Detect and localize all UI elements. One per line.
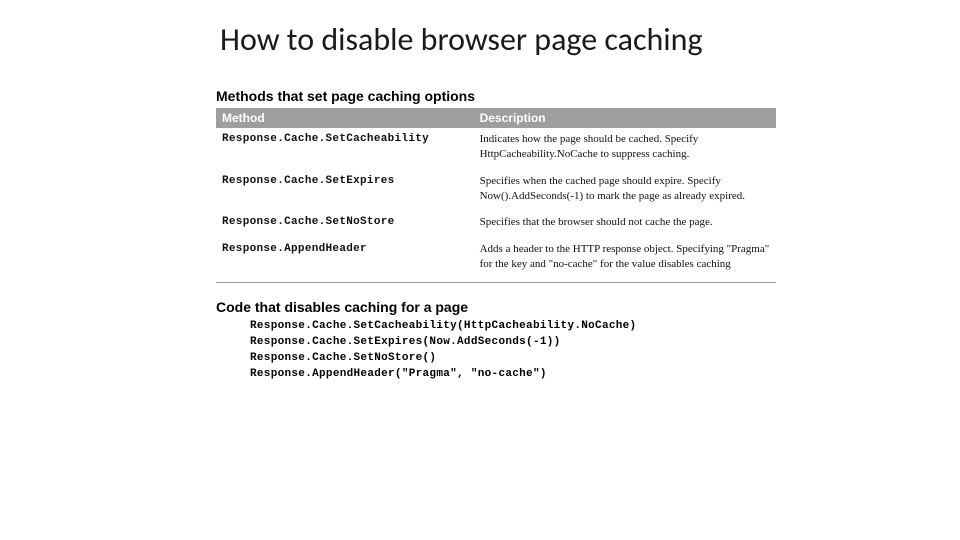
description-cell: Specifies when the cached page should ex… bbox=[474, 170, 776, 212]
table-row: Response.AppendHeader Adds a header to t… bbox=[216, 238, 776, 282]
description-cell: Specifies that the browser should not ca… bbox=[474, 211, 776, 238]
method-cell: Response.Cache.SetNoStore bbox=[216, 211, 474, 238]
col-header-method: Method bbox=[216, 108, 474, 128]
method-cell: Response.AppendHeader bbox=[216, 238, 474, 282]
table-row: Response.Cache.SetExpires Specifies when… bbox=[216, 170, 776, 212]
method-cell: Response.Cache.SetExpires bbox=[216, 170, 474, 212]
code-block: Response.Cache.SetCacheability(HttpCache… bbox=[250, 319, 776, 383]
description-cell: Indicates how the page should be cached.… bbox=[474, 128, 776, 170]
code-section: Code that disables caching for a page Re… bbox=[216, 299, 776, 383]
methods-table: Method Description Response.Cache.SetCac… bbox=[216, 108, 776, 283]
code-section-title: Code that disables caching for a page bbox=[216, 299, 776, 315]
col-header-description: Description bbox=[474, 108, 776, 128]
table-row: Response.Cache.SetCacheability Indicates… bbox=[216, 128, 776, 170]
content-area: Methods that set page caching options Me… bbox=[216, 88, 776, 383]
method-cell: Response.Cache.SetCacheability bbox=[216, 128, 474, 170]
slide-title: How to disable browser page caching bbox=[220, 20, 703, 59]
table-row: Response.Cache.SetNoStore Specifies that… bbox=[216, 211, 776, 238]
table-header-row: Method Description bbox=[216, 108, 776, 128]
description-cell: Adds a header to the HTTP response objec… bbox=[474, 238, 776, 282]
methods-section-title: Methods that set page caching options bbox=[216, 88, 776, 104]
